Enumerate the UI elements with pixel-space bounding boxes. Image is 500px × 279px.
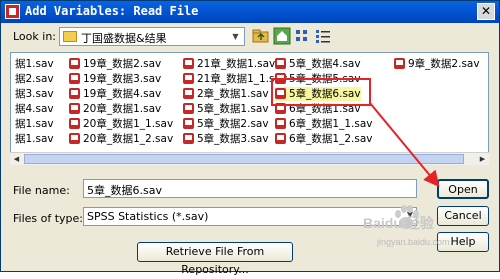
add-variables-dialog: Add Variables: Read File ✕ Look in: 丁国盛数… (0, 0, 500, 276)
watermark-brand: Baidu 经验 (363, 215, 434, 231)
watermark-url: jingyan.baidu.com (377, 237, 450, 247)
baidu-watermark: Baidu 经验 jingyan.baidu.com (353, 201, 493, 261)
